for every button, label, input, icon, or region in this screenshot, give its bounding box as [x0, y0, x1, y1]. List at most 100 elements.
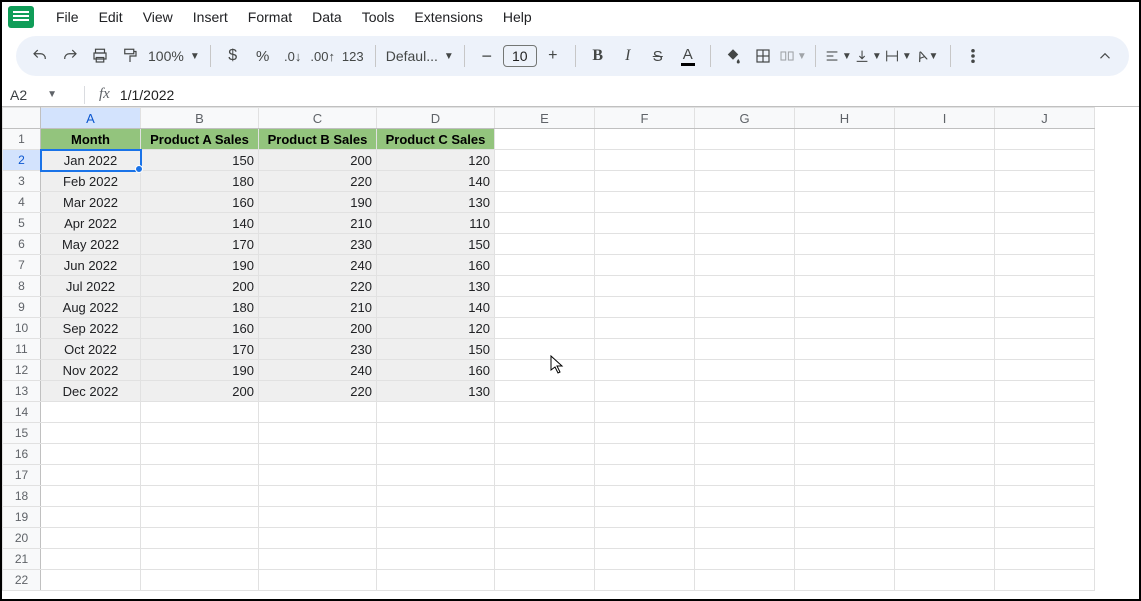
cell-F1[interactable]	[595, 129, 695, 150]
cell-G5[interactable]	[695, 213, 795, 234]
cell-G8[interactable]	[695, 276, 795, 297]
cell-B15[interactable]	[141, 423, 259, 444]
cell-E16[interactable]	[495, 444, 595, 465]
cell-G9[interactable]	[695, 297, 795, 318]
menu-file[interactable]: File	[46, 5, 89, 29]
cell-B7[interactable]: 190	[141, 255, 259, 276]
cell-F7[interactable]	[595, 255, 695, 276]
fill-color-button[interactable]	[719, 42, 747, 70]
row-header-18[interactable]: 18	[3, 486, 41, 507]
cell-B20[interactable]	[141, 528, 259, 549]
cell-I21[interactable]	[895, 549, 995, 570]
cell-F9[interactable]	[595, 297, 695, 318]
cell-H1[interactable]	[795, 129, 895, 150]
col-header-J[interactable]: J	[995, 108, 1095, 129]
cell-I16[interactable]	[895, 444, 995, 465]
cell-D10[interactable]: 120	[377, 318, 495, 339]
cell-C18[interactable]	[259, 486, 377, 507]
spreadsheet-grid[interactable]: ABCDEFGHIJ1MonthProduct A SalesProduct B…	[2, 106, 1139, 591]
cell-C15[interactable]	[259, 423, 377, 444]
cell-I15[interactable]	[895, 423, 995, 444]
cell-J8[interactable]	[995, 276, 1095, 297]
cell-B19[interactable]	[141, 507, 259, 528]
cell-B6[interactable]: 170	[141, 234, 259, 255]
cell-D3[interactable]: 140	[377, 171, 495, 192]
cell-C5[interactable]: 210	[259, 213, 377, 234]
cell-G21[interactable]	[695, 549, 795, 570]
cell-C12[interactable]: 240	[259, 360, 377, 381]
cell-B1[interactable]: Product A Sales	[141, 129, 259, 150]
font-size-input[interactable]: 10	[503, 45, 537, 67]
cell-A15[interactable]	[41, 423, 141, 444]
cell-H4[interactable]	[795, 192, 895, 213]
cell-F13[interactable]	[595, 381, 695, 402]
cell-A20[interactable]	[41, 528, 141, 549]
cell-H14[interactable]	[795, 402, 895, 423]
cell-E15[interactable]	[495, 423, 595, 444]
bold-button[interactable]: B	[584, 42, 612, 70]
cell-A12[interactable]: Nov 2022	[41, 360, 141, 381]
cell-C22[interactable]	[259, 570, 377, 591]
cell-D16[interactable]	[377, 444, 495, 465]
cell-G4[interactable]	[695, 192, 795, 213]
cell-E10[interactable]	[495, 318, 595, 339]
cell-E20[interactable]	[495, 528, 595, 549]
cell-H8[interactable]	[795, 276, 895, 297]
cell-F17[interactable]	[595, 465, 695, 486]
cell-B3[interactable]: 180	[141, 171, 259, 192]
cell-D5[interactable]: 110	[377, 213, 495, 234]
cell-J3[interactable]	[995, 171, 1095, 192]
cell-C7[interactable]: 240	[259, 255, 377, 276]
cell-I1[interactable]	[895, 129, 995, 150]
cell-C10[interactable]: 200	[259, 318, 377, 339]
cell-I13[interactable]	[895, 381, 995, 402]
row-header-17[interactable]: 17	[3, 465, 41, 486]
cell-F4[interactable]	[595, 192, 695, 213]
col-header-H[interactable]: H	[795, 108, 895, 129]
rotate-button[interactable]: A▼	[914, 42, 942, 70]
cell-G10[interactable]	[695, 318, 795, 339]
cell-A8[interactable]: Jul 2022	[41, 276, 141, 297]
cell-A16[interactable]	[41, 444, 141, 465]
row-header-8[interactable]: 8	[3, 276, 41, 297]
cell-D8[interactable]: 130	[377, 276, 495, 297]
cell-D14[interactable]	[377, 402, 495, 423]
cell-H13[interactable]	[795, 381, 895, 402]
cell-A3[interactable]: Feb 2022	[41, 171, 141, 192]
cell-G13[interactable]	[695, 381, 795, 402]
cell-J20[interactable]	[995, 528, 1095, 549]
row-header-11[interactable]: 11	[3, 339, 41, 360]
cell-E6[interactable]	[495, 234, 595, 255]
cell-J12[interactable]	[995, 360, 1095, 381]
cell-J4[interactable]	[995, 192, 1095, 213]
cell-B12[interactable]: 190	[141, 360, 259, 381]
decrease-decimal-button[interactable]: .0↓	[279, 42, 307, 70]
cell-J11[interactable]	[995, 339, 1095, 360]
cell-F6[interactable]	[595, 234, 695, 255]
menu-tools[interactable]: Tools	[352, 5, 405, 29]
cell-H22[interactable]	[795, 570, 895, 591]
cell-C9[interactable]: 210	[259, 297, 377, 318]
cell-J13[interactable]	[995, 381, 1095, 402]
cell-A4[interactable]: Mar 2022	[41, 192, 141, 213]
cell-A18[interactable]	[41, 486, 141, 507]
cell-A9[interactable]: Aug 2022	[41, 297, 141, 318]
cell-H11[interactable]	[795, 339, 895, 360]
cell-D9[interactable]: 140	[377, 297, 495, 318]
cell-A14[interactable]	[41, 402, 141, 423]
cell-B18[interactable]	[141, 486, 259, 507]
cell-I2[interactable]	[895, 150, 995, 171]
redo-button[interactable]	[56, 42, 84, 70]
cell-D6[interactable]: 150	[377, 234, 495, 255]
cell-I5[interactable]	[895, 213, 995, 234]
cell-I9[interactable]	[895, 297, 995, 318]
paint-format-button[interactable]	[116, 42, 144, 70]
menu-edit[interactable]: Edit	[89, 5, 133, 29]
cell-E7[interactable]	[495, 255, 595, 276]
cell-G18[interactable]	[695, 486, 795, 507]
name-box[interactable]: A2▼	[4, 87, 84, 103]
cell-D12[interactable]: 160	[377, 360, 495, 381]
cell-C2[interactable]: 200	[259, 150, 377, 171]
col-header-D[interactable]: D	[377, 108, 495, 129]
cell-G14[interactable]	[695, 402, 795, 423]
